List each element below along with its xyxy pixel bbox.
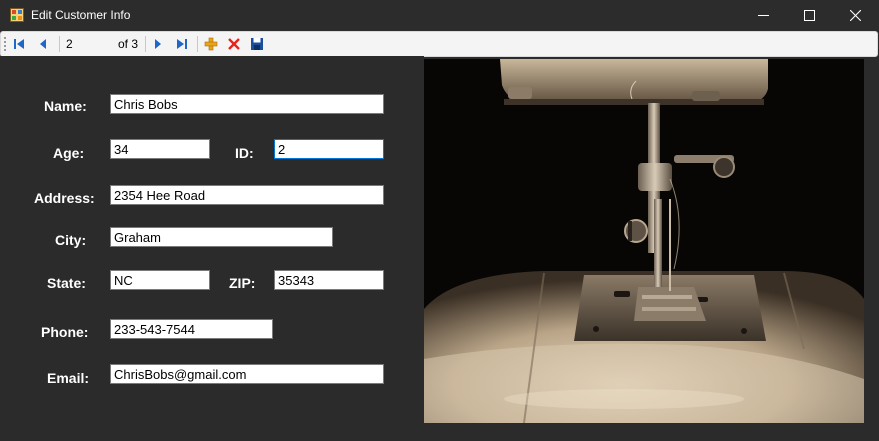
zip-field[interactable] xyxy=(274,270,384,290)
save-button[interactable] xyxy=(248,35,266,53)
toolbar-separator xyxy=(145,36,146,52)
age-field[interactable] xyxy=(110,139,210,159)
name-field[interactable] xyxy=(110,94,384,114)
move-last-icon xyxy=(177,39,187,49)
city-field[interactable] xyxy=(110,227,333,247)
move-previous-button[interactable] xyxy=(34,35,52,53)
state-label: State: xyxy=(47,275,86,291)
name-label: Name: xyxy=(44,98,87,114)
add-new-button[interactable] xyxy=(202,35,220,53)
zip-label: ZIP: xyxy=(229,275,256,291)
maximize-icon xyxy=(804,10,815,21)
address-label: Address: xyxy=(34,190,95,206)
delete-button[interactable] xyxy=(225,35,243,53)
toolbar-grip[interactable] xyxy=(4,37,6,51)
move-first-icon xyxy=(14,39,24,49)
phone-field[interactable] xyxy=(110,319,273,339)
id-field[interactable] xyxy=(274,139,384,159)
add-new-icon xyxy=(204,37,218,51)
app-icon xyxy=(10,8,24,22)
toolbar-separator xyxy=(197,36,198,52)
move-next-icon xyxy=(155,39,161,49)
save-icon xyxy=(251,38,263,50)
sewing-machine-image xyxy=(424,59,864,423)
move-previous-icon xyxy=(40,39,46,49)
minimize-icon xyxy=(758,15,769,16)
email-field[interactable] xyxy=(110,364,384,384)
address-field[interactable] xyxy=(110,185,384,205)
window-title: Edit Customer Info xyxy=(31,8,131,22)
delete-icon xyxy=(228,38,240,50)
age-label: Age: xyxy=(53,145,85,161)
minimize-button[interactable] xyxy=(741,0,787,31)
close-icon xyxy=(850,10,861,21)
maximize-button[interactable] xyxy=(787,0,833,31)
close-button[interactable] xyxy=(833,0,879,31)
customer-photo xyxy=(424,59,864,423)
title-bar: Edit Customer Info xyxy=(0,0,879,31)
move-next-button[interactable] xyxy=(149,35,167,53)
move-last-button[interactable] xyxy=(173,35,191,53)
toolbar-separator xyxy=(59,36,60,52)
id-label: ID: xyxy=(235,145,254,161)
binding-navigator: of 3 xyxy=(0,31,878,57)
count-label: of 3 xyxy=(118,37,139,51)
move-first-button[interactable] xyxy=(10,35,28,53)
phone-label: Phone: xyxy=(41,324,89,340)
position-input[interactable] xyxy=(63,35,119,53)
customer-form: Name: Age: ID: Address: City: State: ZIP… xyxy=(0,56,424,441)
city-label: City: xyxy=(55,232,87,248)
state-field[interactable] xyxy=(110,270,210,290)
email-label: Email: xyxy=(47,370,90,386)
